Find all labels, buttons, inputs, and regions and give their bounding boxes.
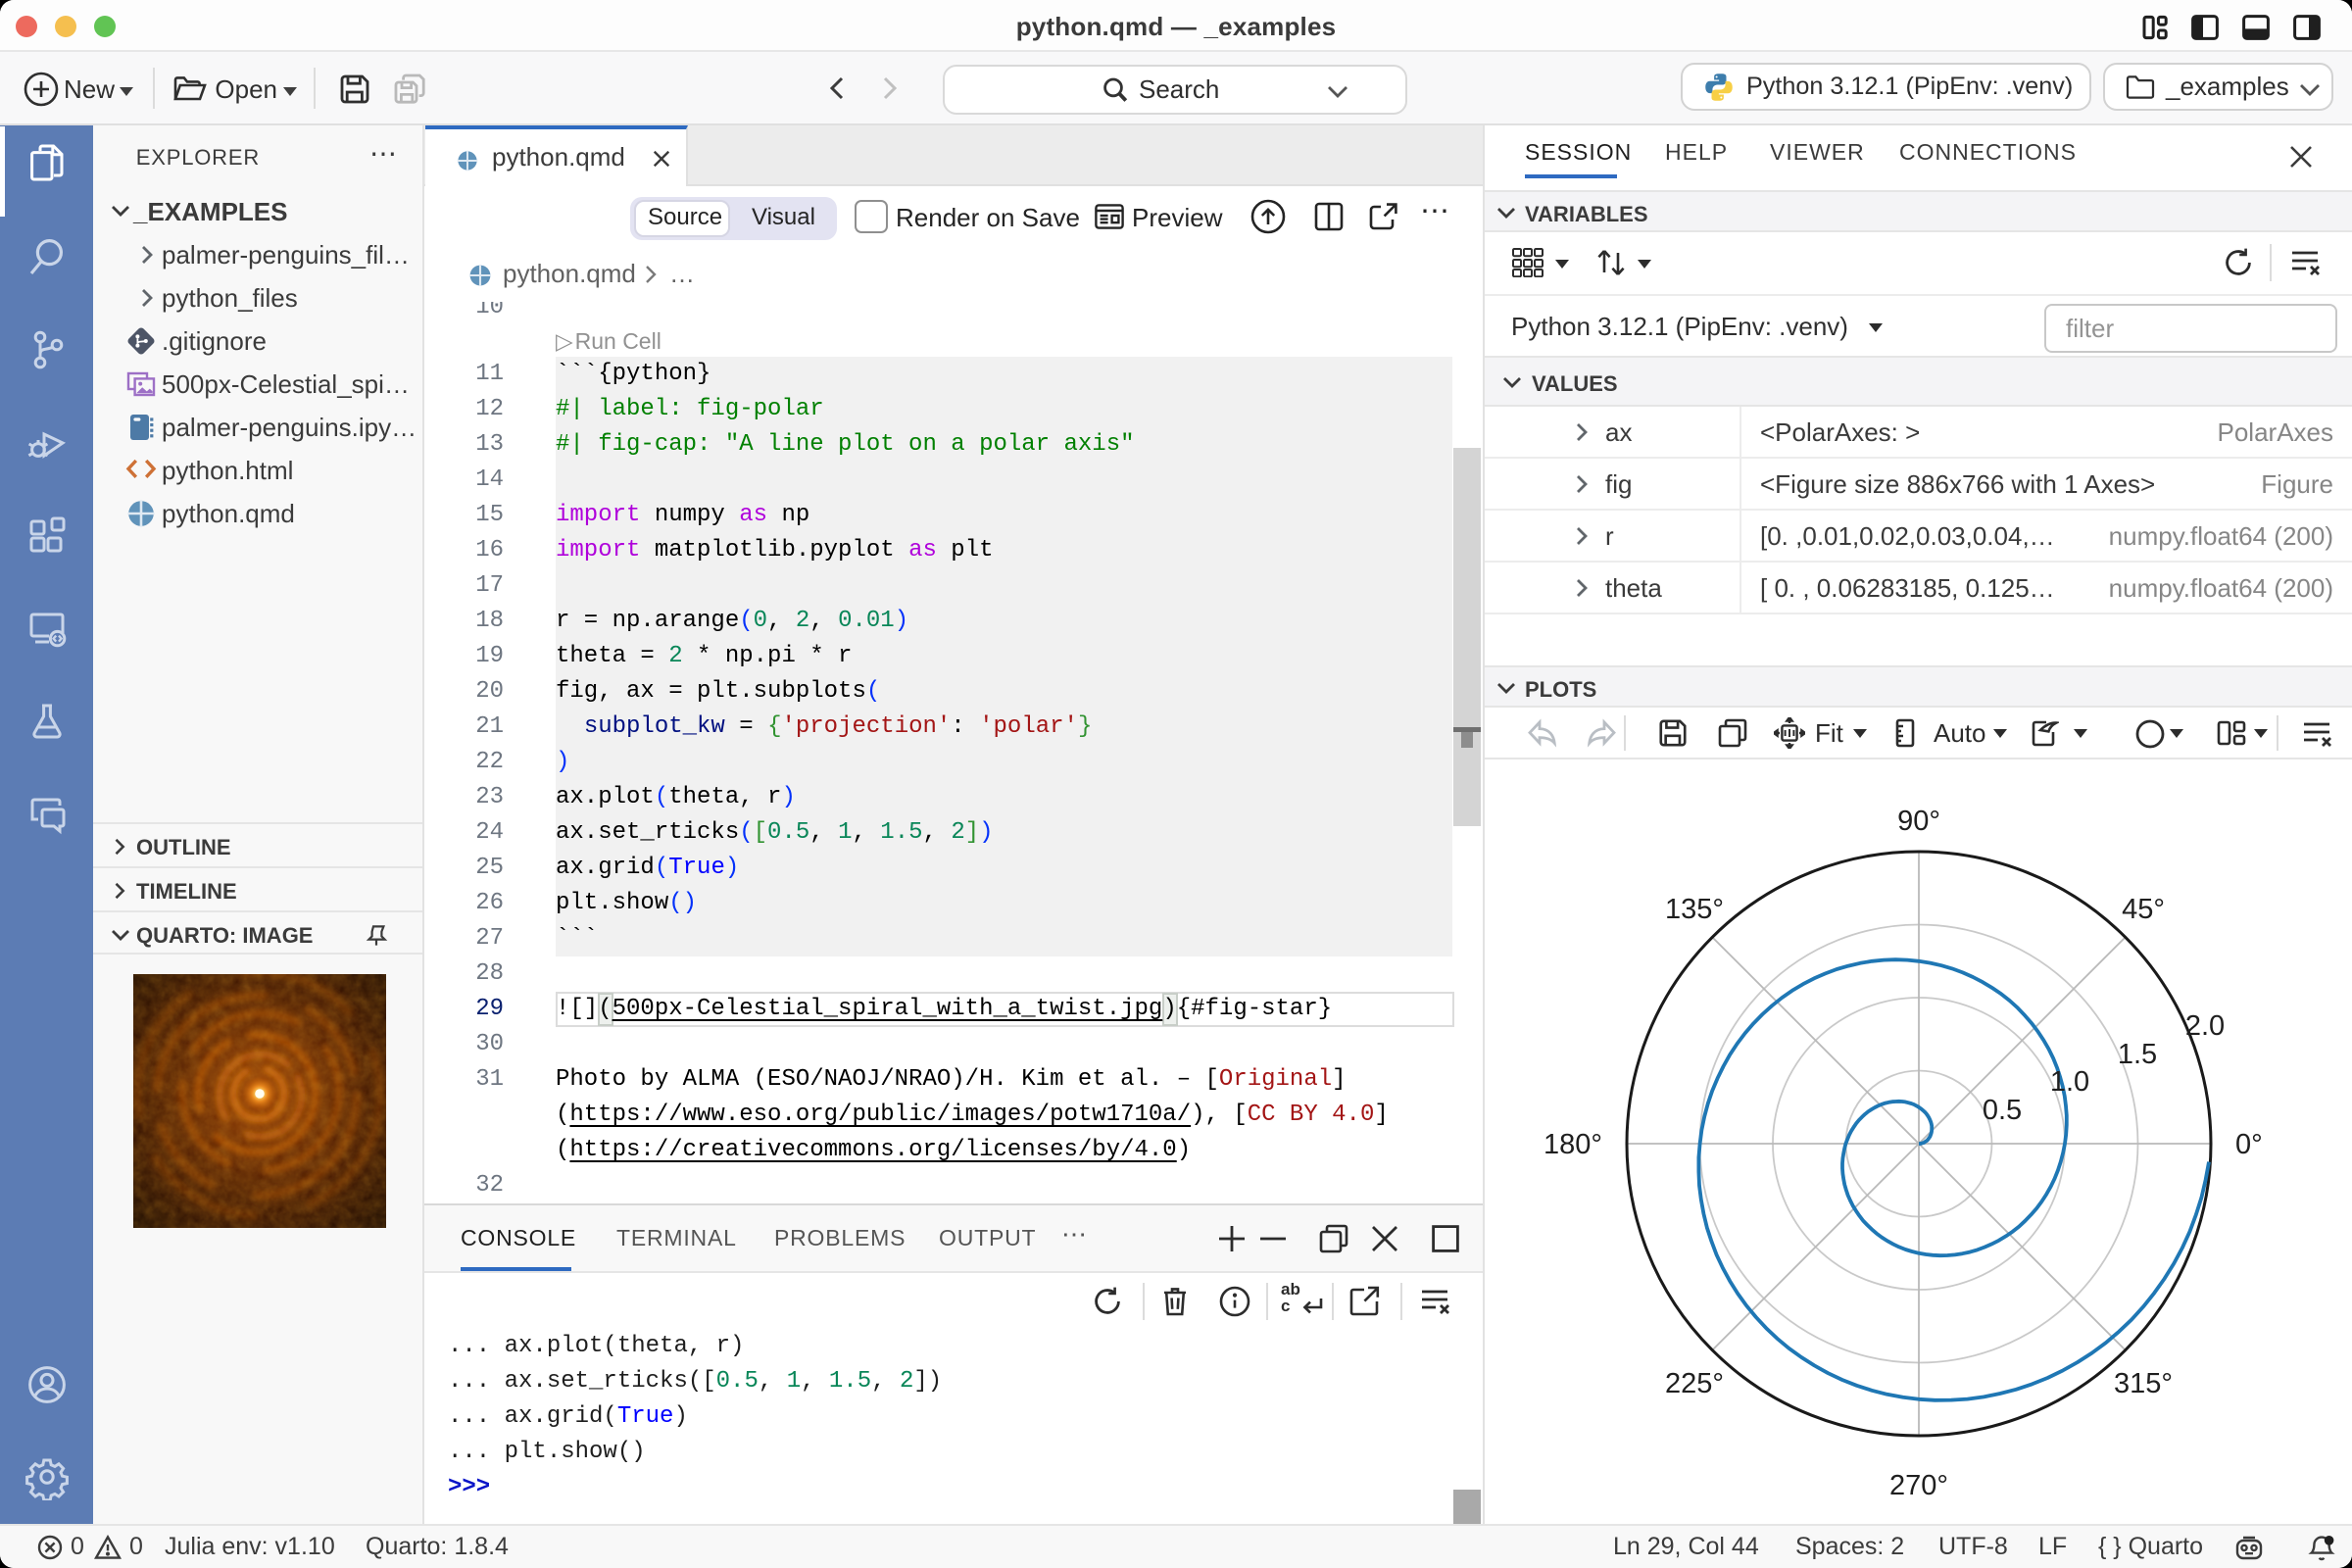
svg-text:135°: 135° — [1665, 894, 1724, 925]
svg-text:315°: 315° — [2114, 1368, 2173, 1399]
svg-text:45°: 45° — [2122, 894, 2165, 925]
svg-text:270°: 270° — [1889, 1470, 1948, 1501]
svg-text:1.0: 1.0 — [2050, 1066, 2089, 1098]
svg-text:180°: 180° — [1544, 1129, 1602, 1160]
svg-text:0.5: 0.5 — [1983, 1095, 2022, 1126]
svg-text:2.0: 2.0 — [2185, 1010, 2225, 1042]
svg-text:225°: 225° — [1665, 1368, 1724, 1399]
svg-text:1.5: 1.5 — [2118, 1039, 2157, 1070]
svg-text:90°: 90° — [1897, 806, 1940, 837]
svg-text:0°: 0° — [2235, 1129, 2263, 1160]
